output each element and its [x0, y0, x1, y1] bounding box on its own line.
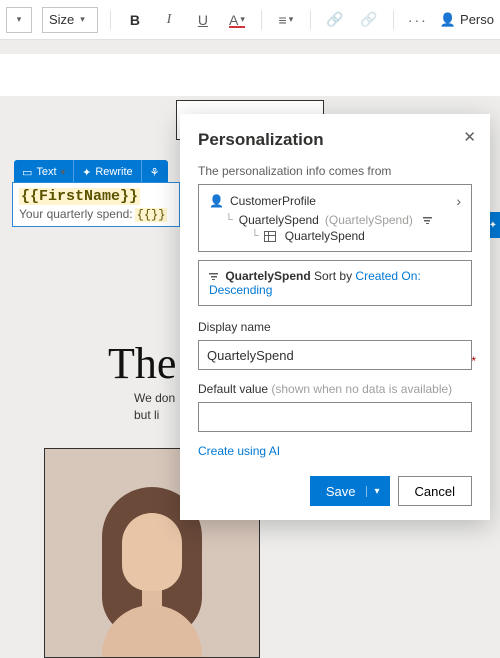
- cancel-button[interactable]: Cancel: [398, 476, 472, 506]
- chevron-down-icon: ▾: [240, 14, 245, 25]
- chevron-right-icon: ›: [456, 193, 461, 209]
- filter-icon: [423, 213, 436, 227]
- element-context-bar: ▭Text▾ ✦Rewrite ⚘: [14, 160, 168, 184]
- default-value-label: Default value (shown when no data is ava…: [198, 382, 472, 396]
- italic-button[interactable]: I: [157, 8, 181, 32]
- sort-config[interactable]: QuartelySpend Sort by Created On: Descen…: [198, 260, 472, 306]
- save-button[interactable]: Save ▾: [310, 476, 390, 506]
- src-leaf: QuartelySpend: [285, 229, 365, 243]
- align-button[interactable]: ≡▾: [274, 8, 298, 32]
- tree-branch-icon: └: [225, 214, 233, 226]
- personalization-panel: Personalization ✕ The personalization in…: [180, 114, 490, 520]
- sort-prefix: QuartelySpend: [225, 269, 310, 283]
- display-name-input[interactable]: [198, 340, 472, 370]
- element-type-button[interactable]: ▭Text▾: [14, 160, 74, 184]
- required-asterisk: *: [471, 354, 476, 368]
- link-button[interactable]: 🔗: [323, 8, 347, 32]
- source-label: The personalization info comes from: [198, 164, 472, 178]
- copilot-icon: ⚘: [150, 166, 160, 179]
- firstname-token[interactable]: {{FirstName}}: [19, 188, 140, 205]
- src-mid: QuartelySpend: [239, 213, 319, 227]
- separator: [110, 10, 111, 30]
- chevron-down-icon: ▾: [61, 167, 66, 178]
- empty-token[interactable]: {{}}: [135, 208, 168, 222]
- sort-text: Sort by: [314, 269, 352, 283]
- size-label: Size: [49, 12, 74, 27]
- src-root: CustomerProfile: [230, 194, 316, 208]
- source-picker[interactable]: 👤 CustomerProfile › └ QuartelySpend (Qua…: [198, 184, 472, 252]
- default-hint: (shown when no data is available): [271, 382, 452, 396]
- text-icon: ▭: [22, 166, 32, 179]
- font-color-button[interactable]: A▾: [225, 8, 249, 32]
- personalize-toolbar-button[interactable]: 👤 Perso: [440, 12, 494, 28]
- chevron-down-icon: ▾: [289, 14, 294, 25]
- bold-button[interactable]: B: [123, 8, 147, 32]
- person-icon: 👤: [209, 194, 224, 208]
- perso-label: Perso: [460, 12, 494, 27]
- unlink-button[interactable]: 🔗: [357, 8, 381, 32]
- spend-text: Your quarterly spend:: [19, 207, 133, 221]
- hero-subtext: We don but li: [134, 390, 175, 424]
- hero-heading: The: [108, 338, 176, 389]
- tree-branch-icon: └: [251, 230, 259, 242]
- filter-icon: [209, 269, 222, 283]
- overflow-button[interactable]: ···: [406, 8, 430, 32]
- canvas-strip: [0, 54, 500, 96]
- separator: [310, 10, 311, 30]
- font-size-dropdown[interactable]: Size ▾: [42, 7, 98, 33]
- person-icon: 👤: [440, 12, 456, 28]
- font-family-dropdown[interactable]: ▾: [6, 7, 32, 33]
- column-icon: [265, 229, 279, 243]
- default-value-input[interactable]: [198, 402, 472, 432]
- sparkle-icon: ✦: [82, 166, 91, 179]
- src-mid-paren: (QuartelySpend): [325, 213, 413, 227]
- save-split-chevron[interactable]: ▾: [366, 486, 380, 497]
- panel-title: Personalization: [198, 130, 472, 150]
- create-using-ai-link[interactable]: Create using AI: [198, 444, 472, 458]
- formatting-toolbar: ▾ Size ▾ B I U A▾ ≡▾ 🔗 🔗 ··· 👤 Perso: [0, 0, 500, 40]
- separator: [393, 10, 394, 30]
- separator: [261, 10, 262, 30]
- chevron-down-icon: ▾: [17, 14, 22, 25]
- rewrite-button[interactable]: ✦Rewrite: [74, 160, 142, 184]
- chevron-down-icon: ▾: [80, 14, 85, 25]
- underline-button[interactable]: U: [191, 8, 215, 32]
- expand-icon: ✦: [489, 220, 497, 231]
- close-button[interactable]: ✕: [463, 128, 476, 146]
- display-name-label: Display name: [198, 320, 472, 334]
- more-button[interactable]: ⚘: [142, 160, 168, 184]
- selected-text-frame[interactable]: {{FirstName}} Your quarterly spend: {{}}: [12, 182, 180, 227]
